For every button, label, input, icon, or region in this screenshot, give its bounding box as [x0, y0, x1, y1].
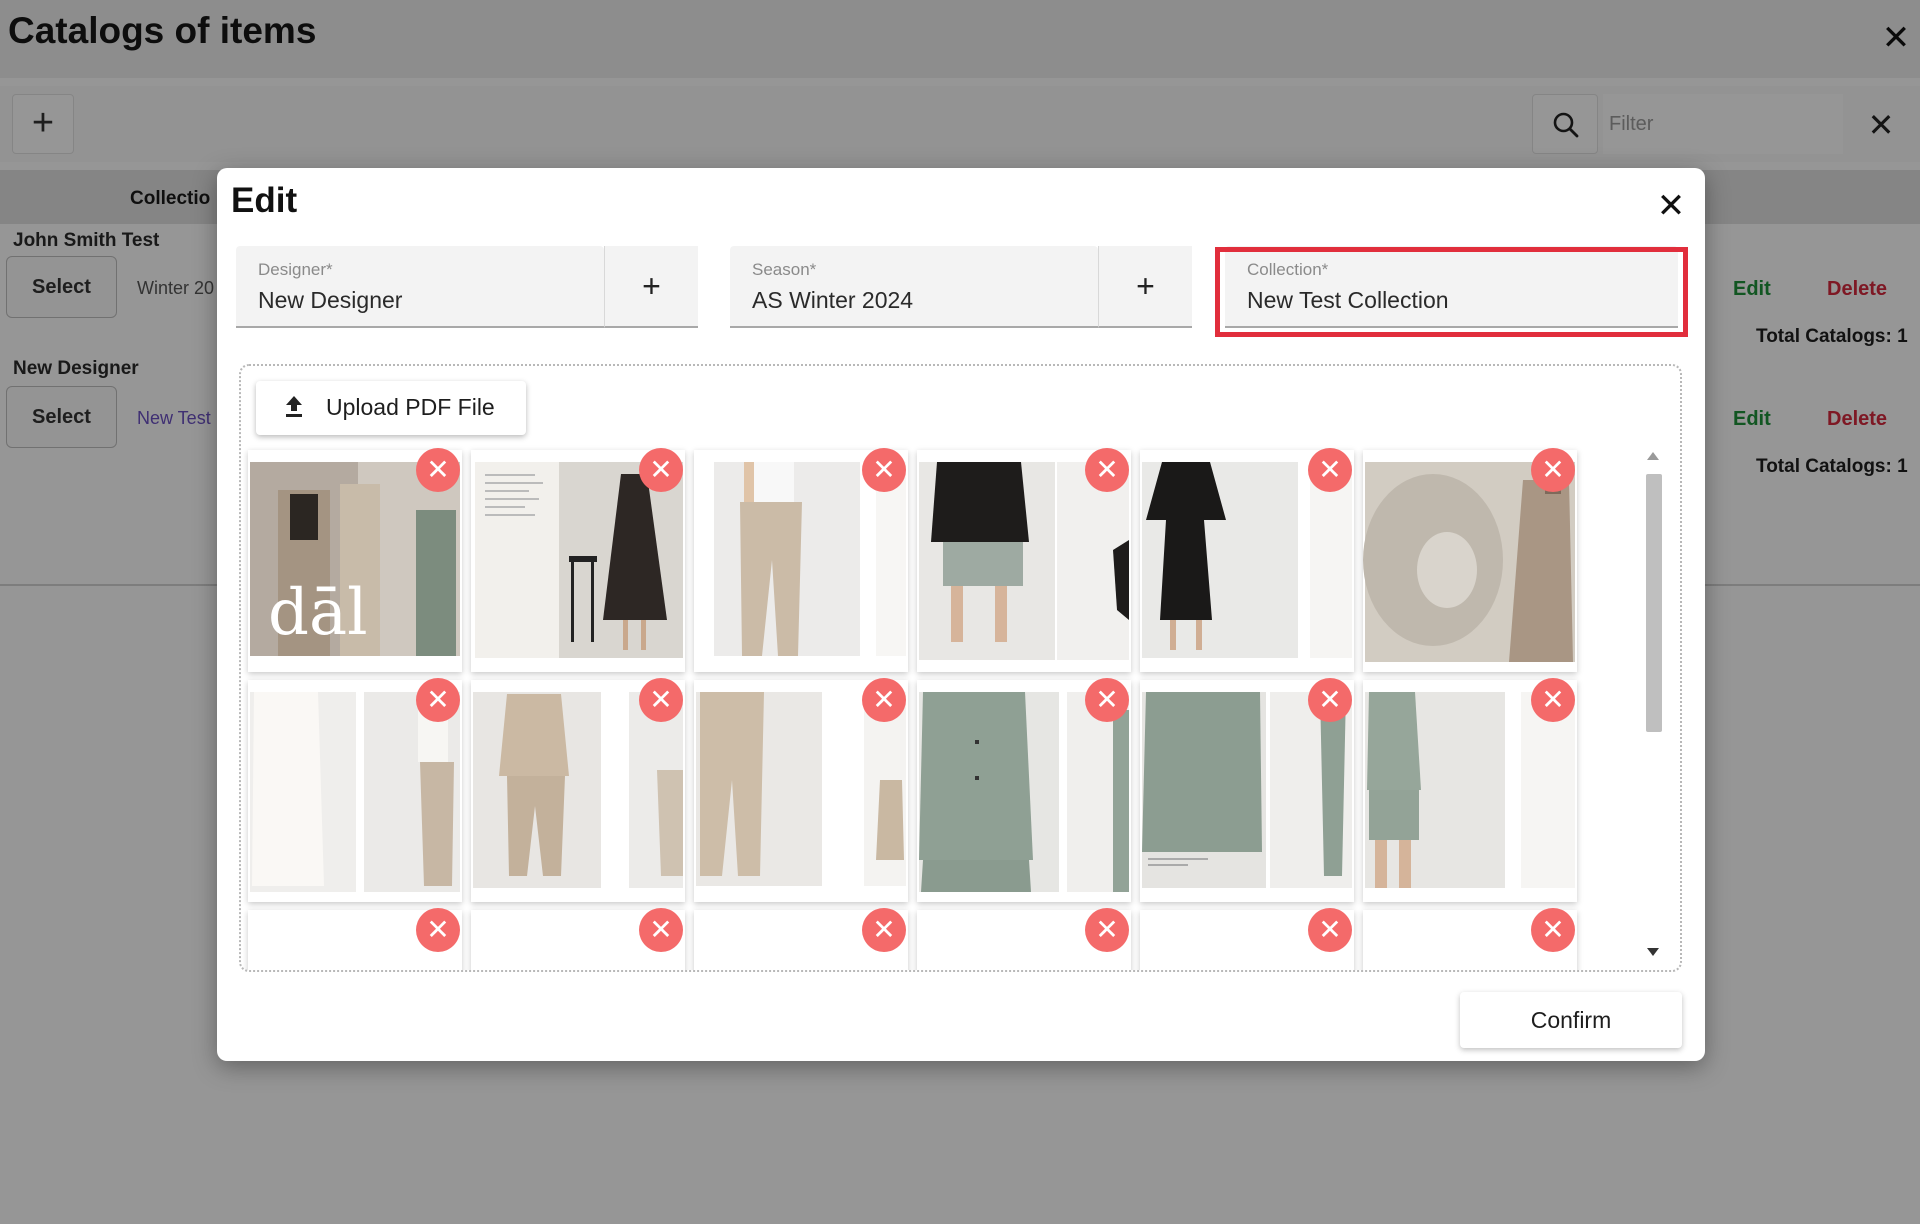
close-dialog-icon[interactable]: ✕: [1651, 186, 1691, 226]
catalog-page-grid: dāl ✕ ✕ ✕ ✕ ✕ ✕ ✕ ✕ ✕ ✕ ✕ ✕ ✕ ✕ ✕ ✕ ✕ ✕: [248, 448, 1578, 970]
designer-label: Designer*: [258, 260, 333, 279]
catalog-page-thumbnail[interactable]: ✕: [471, 908, 685, 970]
remove-page-button[interactable]: ✕: [639, 678, 683, 722]
catalog-page-thumbnail[interactable]: ✕: [1363, 908, 1577, 970]
designer-value: New Designer: [258, 287, 403, 313]
catalog-page-thumbnail[interactable]: ✕: [694, 448, 908, 672]
catalog-page-thumbnail[interactable]: ✕: [694, 678, 908, 902]
remove-page-button[interactable]: ✕: [862, 678, 906, 722]
remove-page-button[interactable]: ✕: [862, 908, 906, 952]
catalog-page-thumbnail[interactable]: ✕: [694, 908, 908, 970]
catalog-page-thumbnail[interactable]: ✕: [1363, 678, 1577, 902]
remove-page-button[interactable]: ✕: [1308, 678, 1352, 722]
upload-icon: [284, 394, 304, 424]
catalog-page-thumbnail[interactable]: ✕: [248, 678, 462, 902]
remove-page-button[interactable]: ✕: [639, 448, 683, 492]
scroll-thumb[interactable]: [1646, 474, 1662, 732]
collection-highlight: [1215, 247, 1688, 337]
season-label: Season*: [752, 260, 817, 279]
remove-page-button[interactable]: ✕: [1531, 448, 1575, 492]
remove-page-button[interactable]: ✕: [1085, 448, 1129, 492]
pages-scrollbar[interactable]: [1643, 450, 1665, 970]
catalog-page-thumbnail[interactable]: ✕: [471, 678, 685, 902]
upload-pdf-button[interactable]: Upload PDF File: [256, 381, 526, 435]
catalog-page-thumbnail[interactable]: ✕: [1140, 908, 1354, 970]
dialog-title: Edit: [231, 181, 298, 220]
remove-page-button[interactable]: ✕: [416, 448, 460, 492]
remove-page-button[interactable]: ✕: [1308, 908, 1352, 952]
catalog-page-thumbnail[interactable]: ✕: [1140, 678, 1354, 902]
svg-text:dāl: dāl: [268, 576, 368, 650]
remove-page-button[interactable]: ✕: [416, 908, 460, 952]
add-season-button[interactable]: +: [1098, 246, 1192, 328]
remove-page-button[interactable]: ✕: [1308, 448, 1352, 492]
scroll-down-arrow-icon[interactable]: [1647, 948, 1659, 956]
season-value: AS Winter 2024: [752, 287, 914, 313]
remove-page-button[interactable]: ✕: [1085, 678, 1129, 722]
edit-dialog: Edit ✕ Designer* New Designer + Season* …: [217, 168, 1705, 1061]
catalog-page-thumbnail[interactable]: ✕: [471, 448, 685, 672]
catalog-page-thumbnail[interactable]: ✕: [917, 448, 1131, 672]
catalog-page-thumbnail[interactable]: ✕: [1363, 448, 1577, 672]
remove-page-button[interactable]: ✕: [1085, 908, 1129, 952]
upload-pdf-label: Upload PDF File: [326, 394, 495, 420]
catalog-page-thumbnail[interactable]: ✕: [1140, 448, 1354, 672]
catalog-page-thumbnail[interactable]: ✕: [917, 908, 1131, 970]
catalog-page-thumbnail[interactable]: dāl ✕: [248, 448, 462, 672]
catalog-page-thumbnail[interactable]: ✕: [248, 908, 462, 970]
season-select[interactable]: Season* AS Winter 2024: [730, 246, 1098, 328]
scroll-up-arrow-icon[interactable]: [1647, 452, 1659, 460]
remove-page-button[interactable]: ✕: [1531, 678, 1575, 722]
remove-page-button[interactable]: ✕: [639, 908, 683, 952]
add-designer-button[interactable]: +: [604, 246, 698, 328]
remove-page-button[interactable]: ✕: [1531, 908, 1575, 952]
remove-page-button[interactable]: ✕: [862, 448, 906, 492]
catalog-page-thumbnail[interactable]: ✕: [917, 678, 1131, 902]
catalog-pages-area: Upload PDF File dāl ✕ ✕ ✕ ✕ ✕ ✕ ✕ ✕ ✕ ✕ …: [239, 364, 1682, 972]
remove-page-button[interactable]: ✕: [416, 678, 460, 722]
confirm-button[interactable]: Confirm: [1460, 992, 1682, 1048]
designer-select[interactable]: Designer* New Designer: [236, 246, 604, 328]
